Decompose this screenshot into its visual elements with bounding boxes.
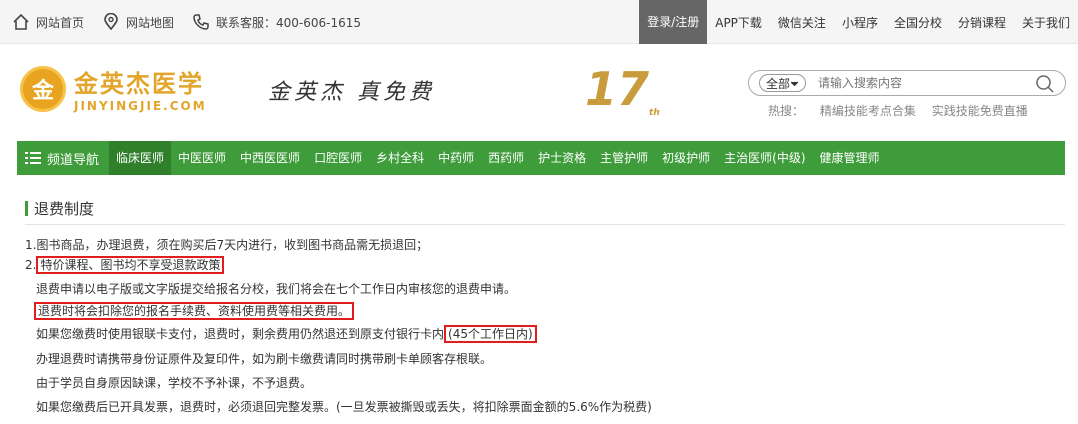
divider bbox=[25, 224, 1065, 225]
location-pin-icon bbox=[104, 13, 118, 31]
search-scope-select[interactable]: 全部 bbox=[759, 74, 807, 92]
top-nav-about[interactable]: 关于我们 bbox=[1014, 14, 1078, 31]
logo-emblem-icon: 金 bbox=[20, 65, 66, 112]
top-bar: 网站首页 网站地图 联系客服：400-606-1615 登录/注册 APP下载 … bbox=[0, 0, 1078, 44]
login-register-button[interactable]: 登录/注册 bbox=[639, 0, 708, 44]
top-nav-miniprogram[interactable]: 小程序 bbox=[834, 14, 886, 31]
search-icon[interactable] bbox=[1035, 74, 1055, 94]
page-title: 退费制度 bbox=[25, 198, 94, 219]
search-box: 全部 bbox=[748, 70, 1066, 96]
phone-icon bbox=[193, 14, 209, 30]
logo-chinese-name: 金英杰医学 bbox=[74, 70, 204, 98]
service-label: 联系客服：400-606-1615 bbox=[216, 15, 362, 30]
policy-line-2: 2. 特价课程、图书均不享受退款政策 bbox=[25, 256, 225, 274]
top-nav-app[interactable]: APP下载 bbox=[707, 14, 770, 31]
home-label: 网站首页 bbox=[36, 15, 85, 30]
policy-line-7: 由于学员自身原因缺课，学校不予补课，不予退费。 bbox=[36, 376, 313, 390]
hot-search-label: 热搜： bbox=[768, 104, 805, 118]
highlight-box: 特价课程、图书均不享受退款政策 bbox=[36, 256, 225, 274]
channel-tab[interactable]: 中医医师 bbox=[171, 141, 233, 175]
anniversary-badge: 17th bbox=[585, 62, 660, 119]
site-logo[interactable]: 金 金英杰医学 JINYINGJIE.COM bbox=[20, 64, 207, 113]
slogan: 金英杰 真免费 bbox=[268, 80, 435, 105]
hot-search-item[interactable]: 精编技能考点合集 bbox=[820, 104, 916, 118]
channel-tab[interactable]: 护士资格 bbox=[531, 141, 593, 175]
channel-tab[interactable]: 乡村全科 bbox=[369, 141, 431, 175]
channel-tab[interactable]: 西药师 bbox=[481, 141, 531, 175]
policy-line-5: 如果您缴费时使用银联卡支付，退费时，剩余费用仍然退还到原支付银行卡内 (45个工作… bbox=[36, 325, 537, 343]
policy-line-3: 退费申请以电子版或文字版提交给报名分校，我们将会在七个工作日内审核您的退费申请。 bbox=[36, 282, 517, 296]
channel-tab[interactable]: 主治医师(中级) bbox=[717, 141, 812, 175]
channel-tab[interactable]: 临床医师 bbox=[109, 141, 172, 175]
sitemap-label: 网站地图 bbox=[126, 15, 175, 30]
policy-line-6: 办理退费时请携带身份证原件及复印件，如为刷卡缴费请同时携带刷卡单顾客存根联。 bbox=[36, 352, 493, 366]
channel-tab[interactable]: 健康管理师 bbox=[813, 141, 887, 175]
policy-line-1: 1.图书商品，办理退费，须在购买后7天内进行，收到图书商品需无损退回； bbox=[25, 238, 429, 252]
menu-icon bbox=[25, 152, 41, 164]
hot-search: 热搜： 精编技能考点合集 实践技能免费直播 bbox=[768, 102, 1040, 119]
top-nav-branches[interactable]: 全国分校 bbox=[886, 14, 950, 31]
channel-tab[interactable]: 主管护师 bbox=[593, 141, 655, 175]
highlight-box: (45个工作日内) bbox=[444, 325, 537, 343]
home-icon bbox=[13, 13, 29, 30]
chevron-down-icon bbox=[790, 81, 799, 86]
channel-nav: 频道导航 临床医师 中医医师 中西医医师 口腔医师 乡村全科 中药师 西药师 护… bbox=[17, 141, 1065, 175]
channel-tab[interactable]: 中药师 bbox=[431, 141, 481, 175]
search-input[interactable] bbox=[818, 76, 1019, 90]
top-nav-wechat[interactable]: 微信关注 bbox=[770, 14, 834, 31]
policy-line-8: 如果您缴费后已开具发票，退费时，必须退回完整发票。(一旦发票被撕毁或丢失，将扣除… bbox=[36, 400, 652, 414]
policy-line-4: 退费时将会扣除您的报名手续费、资料使用费等相关费用。 bbox=[34, 302, 355, 320]
home-link[interactable]: 网站首页 bbox=[12, 13, 84, 31]
channel-tab[interactable]: 初级护师 bbox=[655, 141, 717, 175]
top-nav-distribution[interactable]: 分销课程 bbox=[950, 14, 1014, 31]
service-contact[interactable]: 联系客服：400-606-1615 bbox=[192, 13, 361, 31]
channel-nav-head[interactable]: 频道导航 bbox=[17, 149, 109, 168]
logo-english-name: JINYINGJIE.COM bbox=[74, 99, 207, 113]
highlight-box: 退费时将会扣除您的报名手续费、资料使用费等相关费用。 bbox=[34, 302, 355, 320]
sitemap-link[interactable]: 网站地图 bbox=[102, 13, 174, 31]
channel-tab[interactable]: 中西医医师 bbox=[233, 141, 307, 175]
channel-tab[interactable]: 口腔医师 bbox=[307, 141, 369, 175]
hot-search-item[interactable]: 实践技能免费直播 bbox=[932, 104, 1028, 118]
